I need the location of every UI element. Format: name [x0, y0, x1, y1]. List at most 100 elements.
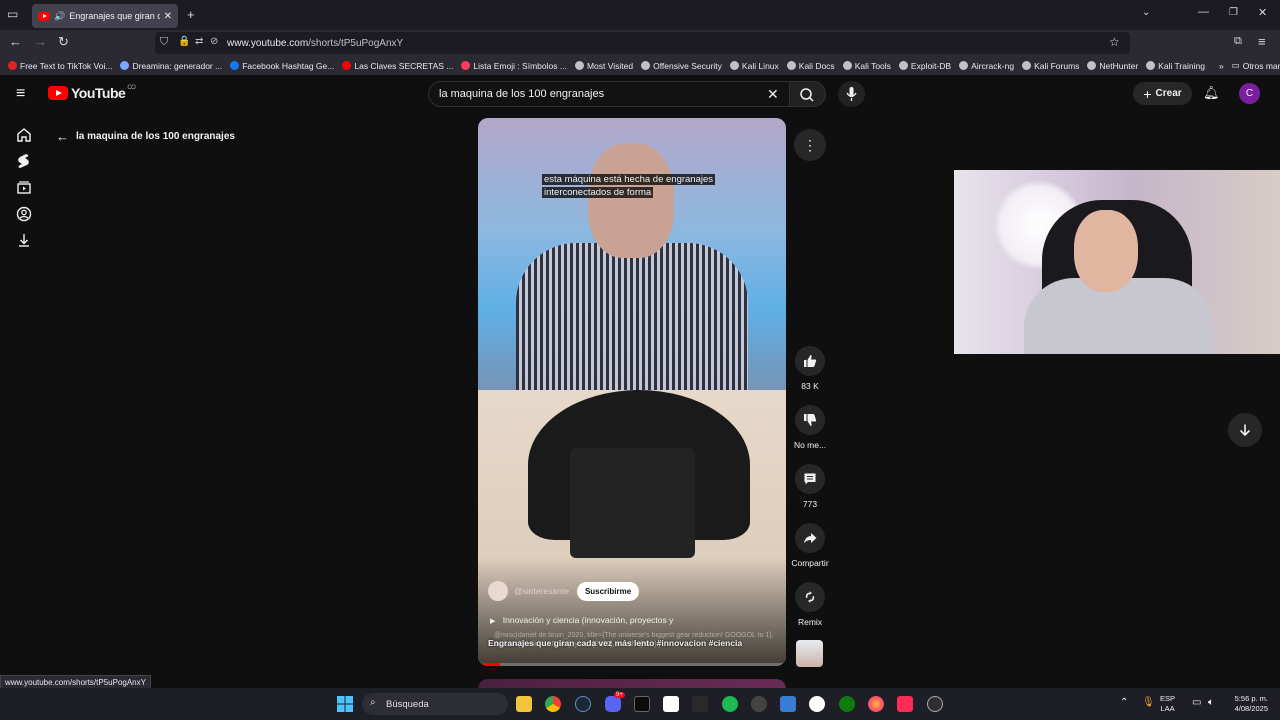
chrome-icon[interactable]: [545, 696, 561, 712]
firefox-icon[interactable]: [868, 696, 884, 712]
dislike-button[interactable]: [795, 405, 825, 435]
account-avatar[interactable]: C: [1239, 83, 1260, 104]
youtube-logo[interactable]: YouTube CO: [48, 85, 136, 101]
bookmarks-overflow-icon[interactable]: »: [1219, 61, 1224, 71]
search-input[interactable]: la maquina de los 100 engranajes ✕: [428, 81, 790, 107]
bookmark-item[interactable]: Free Text to TikTok Voi...: [8, 61, 112, 71]
tracking-off-icon[interactable]: ⊘: [210, 36, 218, 47]
shield-icon[interactable]: ⛉: [160, 36, 168, 49]
show-hidden-icons-icon[interactable]: ⌃: [1120, 697, 1128, 708]
terminal-icon[interactable]: [634, 696, 650, 712]
media-app-icon[interactable]: [780, 696, 796, 712]
share-action[interactable]: Compartir: [788, 523, 832, 568]
you-account-icon[interactable]: [14, 204, 34, 224]
like-button[interactable]: [795, 346, 825, 376]
steam-icon[interactable]: [575, 696, 591, 712]
comments-action[interactable]: 773: [788, 464, 832, 509]
bookmark-item[interactable]: Dreamina: generador ...: [120, 61, 222, 71]
maximize-window-icon[interactable]: ❐: [1229, 8, 1238, 18]
remix-button[interactable]: [795, 582, 825, 612]
playlist-link[interactable]: ▶ Innovación y ciencia (innovación, proy…: [490, 615, 673, 625]
g-app-icon[interactable]: [809, 696, 825, 712]
video-title[interactable]: Engranajes que giran cada vez más lento …: [488, 638, 742, 648]
language-indicator[interactable]: ESP LAA: [1160, 694, 1175, 714]
bookmark-star-icon[interactable]: ☆: [1109, 35, 1120, 49]
4k-downloader-icon[interactable]: [751, 696, 767, 712]
channel-name[interactable]: @sinteresante: [514, 586, 569, 596]
speaker-icon[interactable]: 🔊: [54, 11, 65, 22]
extensions-icon[interactable]: ⧉: [1234, 36, 1242, 47]
bookmark-item[interactable]: Las Claves SECRETAS ...: [342, 61, 453, 71]
permissions-icon[interactable]: ⇄: [195, 36, 203, 47]
bookmark-item[interactable]: Kali Training: [1146, 61, 1205, 71]
bookmark-favicon-icon: [8, 61, 17, 70]
tiktok-icon[interactable]: [897, 696, 913, 712]
menu-icon[interactable]: ≡: [1258, 35, 1266, 48]
bookmark-label: Kali Forums: [1034, 60, 1080, 71]
downloads-icon[interactable]: [14, 230, 34, 250]
shorts-icon[interactable]: [14, 151, 34, 171]
hamburger-menu-icon[interactable]: ≡: [16, 86, 25, 102]
bookmark-item[interactable]: Offensive Security: [641, 61, 722, 71]
short-video-player[interactable]: esta máquina está hecha de engranajes in…: [478, 118, 786, 666]
bookmark-item[interactable]: Facebook Hashtag Ge...: [230, 61, 334, 71]
bookmark-favicon-icon: [641, 61, 651, 70]
video-caption: esta máquina está hecha de engranajes in…: [542, 173, 716, 199]
dislike-action[interactable]: No me...: [788, 405, 832, 450]
remix-action[interactable]: Remix: [788, 582, 832, 627]
bookmark-item[interactable]: Aircrack-ng: [959, 61, 1014, 71]
more-options-button[interactable]: ⋮: [794, 129, 826, 161]
bookmark-favicon-icon: [842, 61, 852, 70]
system-clock[interactable]: 5:56 p. m. 4/08/2025: [1228, 694, 1268, 714]
taskbar-search[interactable]: ⌕ Búsqueda: [362, 693, 508, 715]
other-bookmarks-folder[interactable]: ▭Otros marcadores: [1232, 60, 1280, 71]
new-tab-icon[interactable]: +: [187, 8, 195, 21]
xbox-icon[interactable]: [839, 696, 855, 712]
bookmark-item[interactable]: Kali Tools: [842, 61, 891, 71]
clear-search-icon[interactable]: ✕: [767, 86, 779, 103]
create-button[interactable]: + Crear: [1133, 82, 1192, 105]
browser-tab-active[interactable]: 🔊 Engranajes que giran cada ✕: [32, 4, 178, 28]
volume-icon[interactable]: 🔈︎: [1208, 697, 1214, 708]
spotify-icon[interactable]: [722, 696, 738, 712]
video-progress-bar[interactable]: [478, 663, 786, 666]
notifications-bell-icon[interactable]: 🔔︎: [1203, 86, 1220, 99]
epic-games-icon[interactable]: [692, 696, 708, 712]
minimize-window-icon[interactable]: —: [1198, 7, 1209, 18]
bookmark-item[interactable]: Exploit-DB: [898, 61, 951, 71]
bookmark-item[interactable]: Kali Docs: [786, 61, 835, 71]
close-window-icon[interactable]: ✕: [1258, 8, 1267, 19]
reload-icon[interactable]: ↻: [58, 35, 69, 48]
tab-list-icon[interactable]: ▭: [7, 8, 18, 20]
comments-button[interactable]: [795, 464, 825, 494]
network-icon[interactable]: ▭: [1192, 697, 1201, 708]
file-explorer-icon[interactable]: [516, 696, 532, 712]
bookmark-item[interactable]: Most Visited: [574, 61, 633, 71]
capcut-icon[interactable]: [663, 696, 679, 712]
bookmark-item[interactable]: Kali Forums: [1022, 61, 1079, 71]
voice-search-button[interactable]: [838, 81, 865, 107]
sound-thumbnail[interactable]: [796, 640, 823, 667]
back-arrow-icon[interactable]: ←: [9, 35, 22, 48]
bookmark-item[interactable]: NetHunter: [1087, 61, 1138, 71]
obs-icon[interactable]: [927, 696, 943, 712]
lock-icon[interactable]: 🔒: [178, 36, 190, 47]
subscribe-button[interactable]: Suscribirme: [576, 581, 640, 601]
discord-icon[interactable]: [605, 696, 621, 712]
like-action[interactable]: 83 K: [788, 346, 832, 391]
search-button[interactable]: [790, 81, 826, 107]
microphone-tray-icon[interactable]: 🎙︎: [1142, 697, 1155, 708]
bookmark-item[interactable]: Kali Linux: [729, 61, 779, 71]
home-icon[interactable]: [14, 125, 34, 145]
url-bar[interactable]: ⛉ 🔒 ⇄ ⊘ www.youtube.com /shorts/tP5uPogA…: [155, 32, 1130, 54]
forward-arrow-icon[interactable]: →: [34, 35, 47, 48]
share-button[interactable]: [795, 523, 825, 553]
channel-avatar[interactable]: [488, 581, 508, 601]
bookmark-item[interactable]: Lista Emoji : Símbolos ...: [461, 61, 567, 71]
close-tab-icon[interactable]: ✕: [164, 11, 172, 22]
next-short-button[interactable]: [1228, 413, 1262, 447]
windows-start-icon[interactable]: [337, 696, 353, 712]
back-to-search-link[interactable]: ← la maquina de los 100 engranajes: [56, 129, 235, 144]
list-all-tabs-icon[interactable]: ⌄: [1142, 8, 1150, 18]
subscriptions-icon[interactable]: [14, 177, 34, 197]
